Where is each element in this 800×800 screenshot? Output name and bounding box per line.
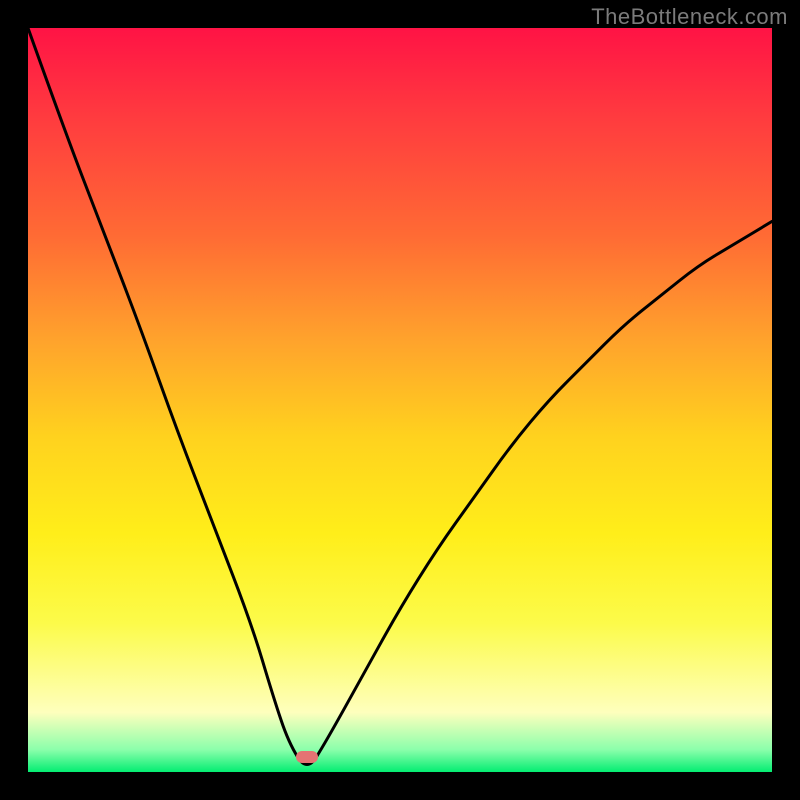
watermark-text: TheBottleneck.com xyxy=(591,4,788,30)
optimum-marker xyxy=(296,751,318,763)
chart-frame: TheBottleneck.com xyxy=(0,0,800,800)
plot-area xyxy=(28,28,772,772)
